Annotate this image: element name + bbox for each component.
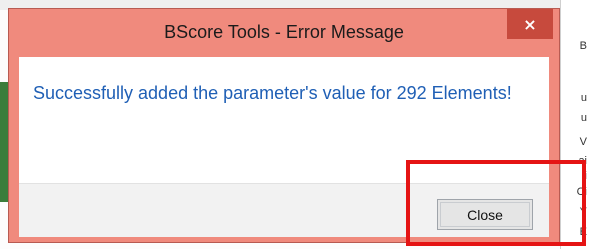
dialog-message: Successfully added the parameter's value… (33, 83, 512, 103)
background-fragment: B (579, 40, 587, 52)
dialog-title: BScore Tools - Error Message (164, 22, 404, 42)
background-fragment: V (579, 136, 587, 148)
background-fragment: u (580, 92, 587, 104)
highlight-annotation (406, 160, 586, 246)
dialog-titlebar[interactable]: BScore Tools - Error Message × (9, 9, 559, 57)
background-fragment: u (580, 112, 587, 124)
close-icon[interactable]: × (507, 9, 553, 39)
